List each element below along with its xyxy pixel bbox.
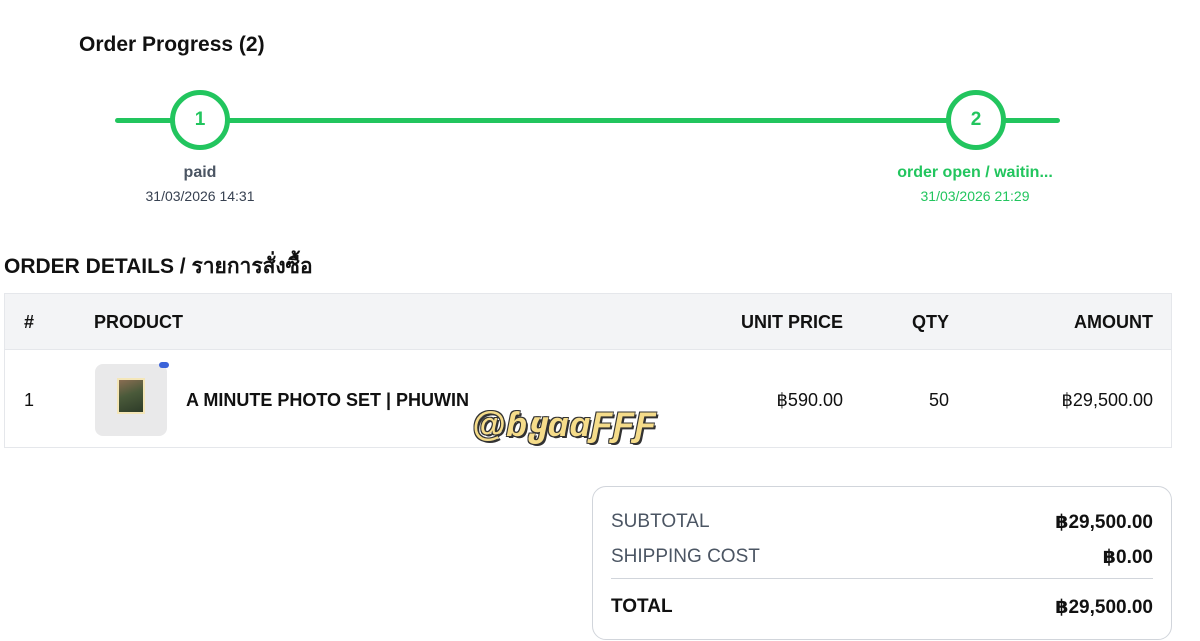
total-value: ฿29,500.00 bbox=[1055, 597, 1153, 618]
column-header-index: # bbox=[24, 312, 35, 332]
table-header: # PRODUCT UNIT PRICE QTY AMOUNT bbox=[5, 294, 1171, 350]
product-name[interactable]: A MINUTE PHOTO SET | PHUWIN bbox=[186, 390, 469, 411]
step-1-label: paid bbox=[183, 164, 217, 181]
step-2-date: 31/03/2026 21:29 bbox=[920, 188, 1030, 204]
shipping-cost-value: ฿0.00 bbox=[1102, 547, 1153, 568]
column-header-qty: QTY bbox=[911, 312, 949, 332]
order-details-title: ORDER DETAILS / รายการสั่งซื้อ bbox=[4, 255, 313, 278]
progress-track bbox=[115, 118, 1060, 123]
row-amount: ฿29,500.00 bbox=[1061, 390, 1153, 410]
subtotal-value: ฿29,500.00 bbox=[1055, 512, 1153, 533]
step-2-label: order open / waitin... bbox=[897, 164, 1053, 181]
quantity: 50 bbox=[928, 390, 949, 410]
total-label: TOTAL bbox=[611, 596, 673, 617]
column-header-unit-price: UNIT PRICE bbox=[740, 312, 843, 332]
subtotal-label: SUBTOTAL bbox=[611, 511, 710, 532]
order-summary: SUBTOTAL ฿29,500.00 SHIPPING COST ฿0.00 … bbox=[592, 486, 1172, 640]
product-photo bbox=[117, 378, 145, 414]
unit-price: ฿590.00 bbox=[776, 390, 843, 410]
product-thumbnail[interactable] bbox=[95, 362, 169, 436]
row-index: 1 bbox=[24, 390, 35, 410]
order-progress-title: Order Progress (2) bbox=[79, 33, 265, 56]
shipping-cost-label: SHIPPING COST bbox=[611, 546, 760, 567]
step-1-circle: 1 bbox=[170, 90, 230, 150]
watermark: @ɓყɑɑƑƑƑ bbox=[472, 406, 657, 444]
column-header-product: PRODUCT bbox=[94, 312, 183, 332]
step-2-circle: 2 bbox=[946, 90, 1006, 150]
step-1-date: 31/03/2026 14:31 bbox=[145, 188, 255, 204]
thumbnail-badge bbox=[159, 362, 169, 368]
summary-divider bbox=[611, 578, 1153, 579]
column-header-amount: AMOUNT bbox=[1074, 312, 1153, 332]
